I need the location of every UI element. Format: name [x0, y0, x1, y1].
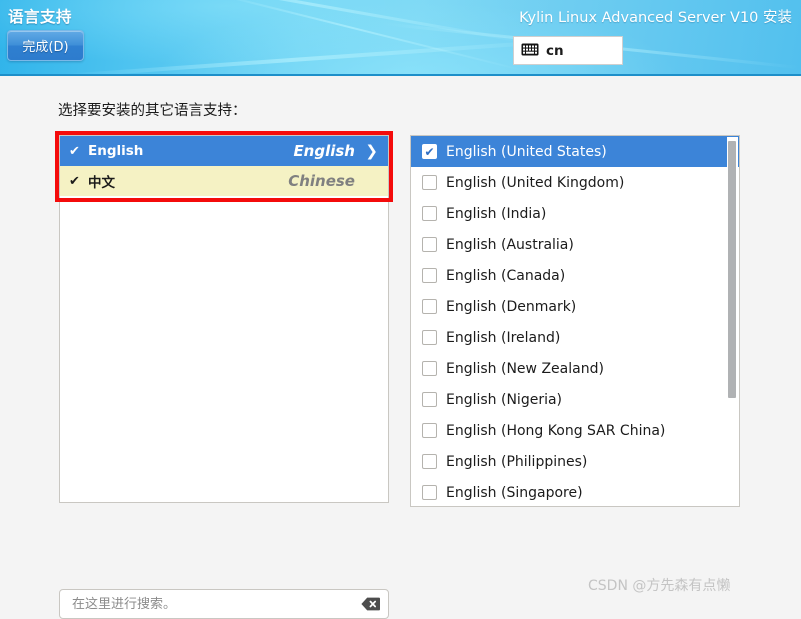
locale-checkbox[interactable]: ✔: [422, 361, 437, 376]
search-input[interactable]: [70, 595, 361, 613]
installer-screen: 语言支持 完成(D) Kylin Linux Advanced Server V…: [0, 0, 801, 619]
locale-checkbox[interactable]: ✔: [422, 392, 437, 407]
language-english-name: Chinese: [288, 172, 355, 190]
keyboard-icon: [521, 41, 539, 60]
locale-label: English (Australia): [446, 236, 574, 253]
locale-checkbox[interactable]: ✔: [422, 268, 437, 283]
locale-list[interactable]: ✔ English (United States) ✔ English (United…: [410, 135, 740, 507]
locale-checkbox[interactable]: ✔: [422, 454, 437, 469]
instruction-text: 选择要安装的其它语言支持：: [58, 103, 247, 119]
locale-checkbox[interactable]: ✔: [422, 144, 437, 159]
check-icon: ✔: [69, 173, 80, 189]
locale-list-item[interactable]: ✔ English (United States): [411, 136, 739, 167]
done-button-label: 完成(D): [22, 40, 69, 55]
locale-list-item[interactable]: ✔ English (Australia): [411, 229, 739, 260]
locale-list-item[interactable]: ✔ English (Singapore): [411, 477, 739, 506]
product-title: Kylin Linux Advanced Server V10 安装: [519, 10, 792, 26]
locale-checkbox[interactable]: ✔: [422, 237, 437, 252]
locale-checkbox[interactable]: ✔: [422, 299, 437, 314]
language-english-name: English: [293, 142, 355, 160]
locale-label: English (Singapore): [446, 484, 583, 501]
locale-checkbox[interactable]: ✔: [422, 423, 437, 438]
locale-checkbox[interactable]: ✔: [422, 175, 437, 190]
keyboard-layout-indicator[interactable]: cn: [513, 36, 623, 65]
language-native-name: English: [88, 143, 144, 159]
locale-label: English (United States): [446, 143, 607, 160]
clear-search-icon[interactable]: [361, 597, 380, 611]
locale-list-item[interactable]: ✔ English (Philippines): [411, 446, 739, 477]
locale-label: English (Nigeria): [446, 391, 563, 408]
locale-label: English (Denmark): [446, 298, 577, 315]
header-light-streak: [122, 0, 538, 46]
locale-label: English (Hong Kong SAR China): [446, 422, 666, 439]
page-title: 语言支持: [8, 8, 73, 26]
locale-label: English (New Zealand): [446, 360, 604, 377]
language-list-item[interactable]: ✔ 中文 Chinese ❯: [60, 166, 388, 196]
locale-list-item[interactable]: ✔ English (Denmark): [411, 291, 739, 322]
locale-list-item[interactable]: ✔ English (India): [411, 198, 739, 229]
locale-list-scrollbar[interactable]: [727, 137, 738, 506]
check-icon: ✔: [69, 143, 80, 159]
chevron-right-icon: ❯: [365, 142, 378, 160]
language-list[interactable]: ✔ English English ❯ ✔ 中文 Chinese ❯: [59, 135, 389, 503]
window-header: 语言支持 完成(D) Kylin Linux Advanced Server V…: [0, 0, 801, 76]
locale-list-item[interactable]: ✔ English (Hong Kong SAR China): [411, 415, 739, 446]
locale-label: English (United Kingdom): [446, 174, 625, 191]
locale-list-item[interactable]: ✔ English (Canada): [411, 260, 739, 291]
locale-label: English (India): [446, 205, 547, 222]
check-icon: ✔: [424, 144, 435, 159]
main-content: 选择要安装的其它语言支持： ✔ English English ❯ ✔ 中文 C…: [0, 76, 801, 619]
locale-list-item[interactable]: ✔ English (Nigeria): [411, 384, 739, 415]
language-native-name: 中文: [88, 175, 115, 191]
locale-checkbox[interactable]: ✔: [422, 206, 437, 221]
done-button[interactable]: 完成(D): [7, 30, 84, 61]
scrollbar-thumb[interactable]: [728, 141, 736, 398]
keyboard-layout-label: cn: [546, 42, 564, 59]
locale-label: English (Ireland): [446, 329, 561, 346]
locale-checkbox[interactable]: ✔: [422, 330, 437, 345]
locale-checkbox[interactable]: ✔: [422, 485, 437, 500]
locale-list-item[interactable]: ✔ English (Ireland): [411, 322, 739, 353]
language-list-item[interactable]: ✔ English English ❯: [60, 136, 388, 166]
locale-list-item[interactable]: ✔ English (New Zealand): [411, 353, 739, 384]
locale-label: English (Canada): [446, 267, 566, 284]
locale-list-item[interactable]: ✔ English (United Kingdom): [411, 167, 739, 198]
header-light-streak: [204, 0, 526, 72]
watermark-text: CSDN @方先森有点懒: [588, 578, 731, 594]
locale-label: English (Philippines): [446, 453, 588, 470]
header-light-streak: [60, 37, 580, 74]
search-box[interactable]: [59, 589, 389, 619]
